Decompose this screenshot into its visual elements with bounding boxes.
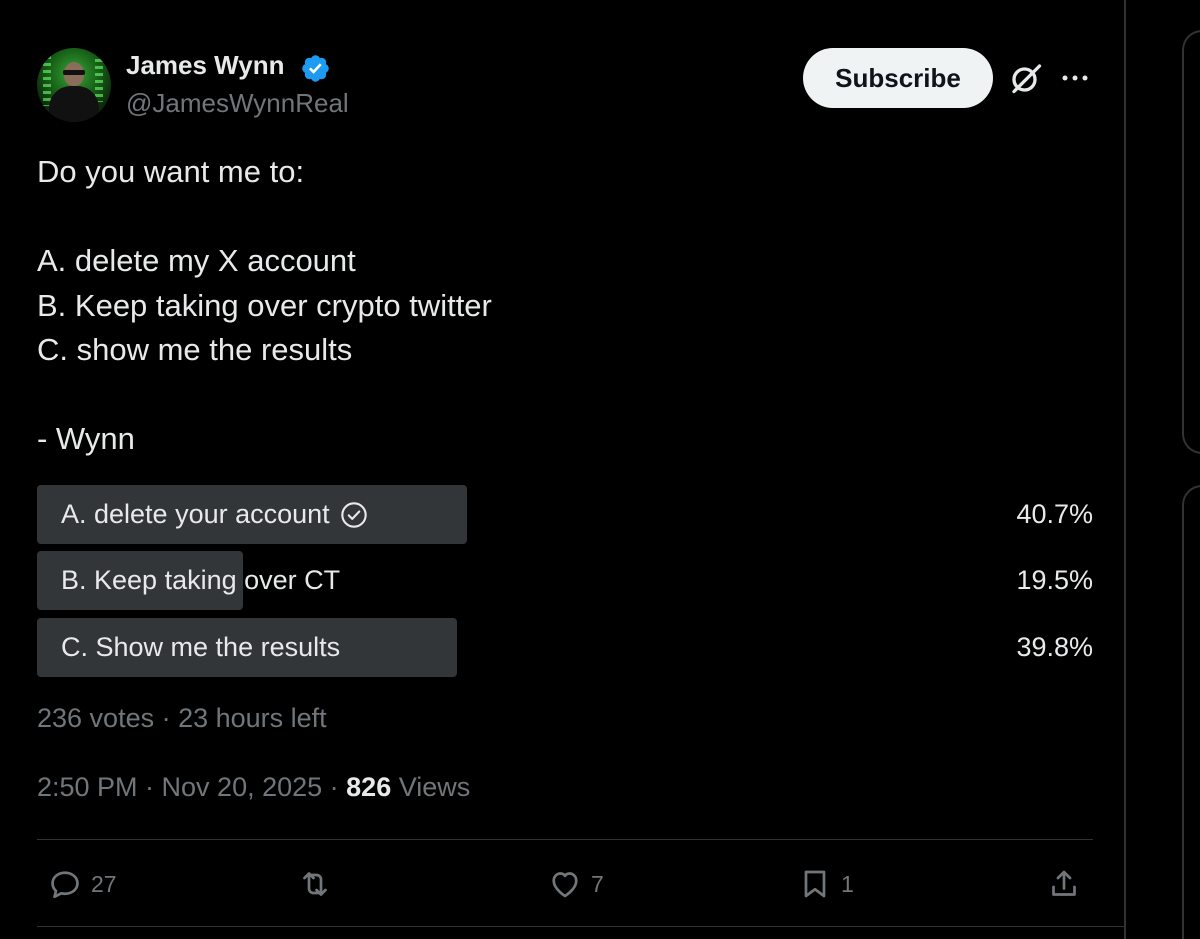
share-icon	[1052, 870, 1076, 896]
poll-option-a: A. delete your account 40.7%	[37, 485, 1093, 544]
grok-icon[interactable]	[1008, 60, 1044, 96]
reply-icon	[51, 871, 79, 899]
bookmark-count: 1	[841, 870, 854, 897]
divider	[37, 839, 1093, 840]
heart-icon	[552, 872, 578, 898]
bookmark-button[interactable]: 1	[797, 864, 854, 904]
poll-option-label: A. delete your account	[61, 499, 330, 529]
poll-percent: 39.8%	[1016, 632, 1093, 662]
timestamp-date[interactable]: 2:50 PM · Nov 20, 2025 ·	[37, 772, 346, 802]
sidebar-card-edge	[1182, 485, 1200, 939]
avatar-matrix-code	[95, 52, 103, 102]
tweet-timestamp: 2:50 PM · Nov 20, 2025 · 826 Views	[37, 772, 470, 803]
poll-option-c: C. Show me the results 39.8%	[37, 618, 1093, 677]
tweet-text: Do you want me to: A. delete my X accoun…	[37, 154, 492, 456]
more-icon[interactable]	[1058, 64, 1092, 92]
poll-option-label-container: B. Keep taking over CT	[61, 551, 340, 610]
column-divider	[1124, 0, 1126, 939]
sidebar-card-edge	[1182, 30, 1200, 454]
reply-count: 27	[91, 870, 117, 897]
poll-option-b: B. Keep taking over CT 19.5%	[37, 551, 1093, 610]
like-count: 7	[591, 870, 604, 897]
poll-percent: 19.5%	[1016, 565, 1093, 595]
views-count: 826	[346, 772, 392, 802]
poll-option-label: C. Show me the results	[61, 632, 341, 662]
divider	[37, 926, 1125, 927]
repost-icon	[303, 872, 327, 896]
repost-button[interactable]	[297, 864, 341, 904]
author-handle[interactable]: @JamesWynnReal	[126, 88, 349, 119]
share-button[interactable]	[1046, 864, 1082, 904]
author-display-name[interactable]: James Wynn	[126, 50, 284, 81]
views-label: Views	[391, 772, 471, 802]
subscribe-button[interactable]: Subscribe	[803, 48, 993, 108]
poll-option-label-container: A. delete your account	[61, 485, 368, 544]
poll-option-label-container: C. Show me the results	[61, 618, 340, 677]
check-circle-icon	[340, 501, 367, 528]
tweet-page: James Wynn @JamesWynnReal Subscribe Do y…	[0, 0, 1200, 939]
poll-option-label: B. Keep taking over CT	[61, 565, 341, 595]
like-button[interactable]: 7	[547, 864, 604, 904]
avatar-figure-body	[49, 86, 99, 122]
bookmark-icon	[804, 870, 826, 898]
verified-badge-icon[interactable]	[300, 53, 331, 84]
avatar[interactable]	[37, 48, 111, 122]
avatar-figure-glasses	[63, 70, 85, 75]
poll-meta: 236 votes · 23 hours left	[37, 703, 327, 733]
reply-button[interactable]: 27	[47, 864, 117, 904]
poll-percent: 40.7%	[1016, 499, 1093, 529]
